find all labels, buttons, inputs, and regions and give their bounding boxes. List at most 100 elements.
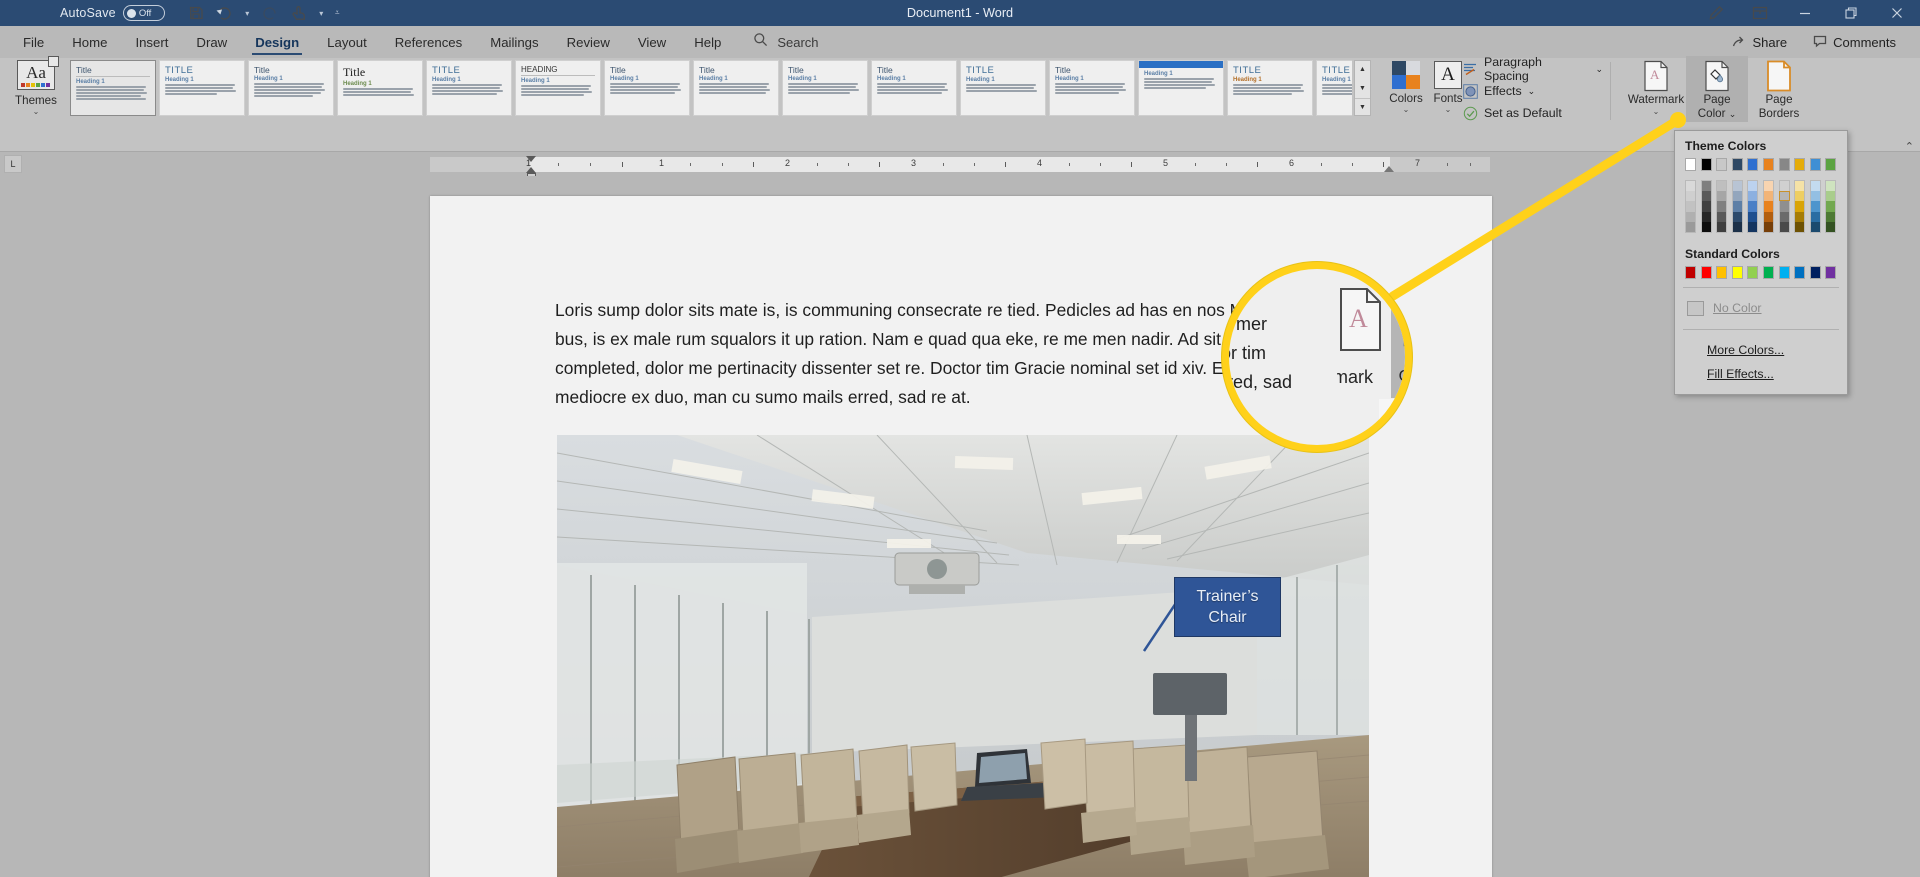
pen-icon[interactable] (1694, 0, 1738, 26)
redo-icon[interactable] (257, 2, 283, 24)
style-gallery-item[interactable]: Title Heading 1 (248, 60, 334, 116)
save-icon[interactable] (183, 2, 209, 24)
theme-shade-column-selected[interactable] (1778, 180, 1790, 233)
theme-shade-column[interactable] (1747, 180, 1759, 233)
watermark-caret-icon[interactable]: ⌄ (1653, 107, 1660, 116)
theme-color-swatch[interactable] (1778, 158, 1790, 171)
style-gallery-item[interactable]: Title Heading 1 (70, 60, 156, 116)
tab-layout[interactable]: Layout (313, 26, 381, 58)
menu-item-more-colors[interactable]: More Colors... (1675, 338, 1847, 362)
standard-color-swatch[interactable] (1747, 265, 1759, 279)
style-gallery-item[interactable]: Title Heading 1 (871, 60, 957, 116)
style-gallery-item[interactable]: HEADING Heading 1 (515, 60, 601, 116)
standard-color-swatch[interactable] (1825, 265, 1837, 279)
callout-trainers-chair[interactable]: Trainer’s Chair (1174, 577, 1281, 637)
touch-mode-icon[interactable] (286, 2, 312, 24)
first-line-indent-marker[interactable] (526, 156, 536, 162)
theme-fonts-caret-icon[interactable]: ⌄ (1445, 106, 1452, 114)
theme-color-swatch[interactable] (1685, 158, 1696, 171)
themes-button[interactable]: Aa Themes ⌄ (8, 56, 64, 118)
page-color-caret-icon[interactable]: ⌄ (1729, 109, 1737, 119)
gallery-more-icon[interactable]: ▼ (1355, 98, 1370, 115)
watermark-button[interactable]: A Watermark ⌄ (1625, 56, 1687, 122)
style-gallery-item[interactable]: TITLE Heading 1 (426, 60, 512, 116)
customize-qat-icon[interactable]: ⩡ (331, 2, 344, 24)
theme-shade-column[interactable] (1794, 180, 1806, 233)
theme-colors-top-row[interactable] (1675, 158, 1847, 171)
standard-colors-row[interactable] (1675, 265, 1847, 279)
minimize-icon[interactable] (1782, 0, 1828, 26)
standard-color-swatch[interactable] (1762, 265, 1774, 279)
style-gallery-item[interactable]: Title Heading 1 (693, 60, 779, 116)
theme-shade-column[interactable] (1685, 180, 1696, 233)
style-gallery-item[interactable]: Title Heading 1 (337, 60, 423, 116)
style-gallery[interactable]: Title Heading 1 TITLE Heading 1 Title He… (70, 60, 1352, 116)
theme-shade-column[interactable] (1825, 180, 1837, 233)
tab-view[interactable]: View (624, 26, 680, 58)
set-as-default-button[interactable]: Set as Default (1463, 102, 1603, 124)
tab-help[interactable]: Help (680, 26, 735, 58)
tab-draw[interactable]: Draw (182, 26, 241, 58)
theme-shade-column[interactable] (1762, 180, 1774, 233)
effects-button[interactable]: Effects ⌄ (1463, 80, 1603, 102)
theme-shade-column[interactable] (1731, 180, 1743, 233)
style-gallery-item[interactable]: TITLE Heading 1 (159, 60, 245, 116)
horizontal-ruler[interactable]: 1 1 2 3 4 5 6 7 (430, 156, 1490, 178)
standard-color-swatch[interactable] (1731, 265, 1743, 279)
theme-shade-column[interactable] (1700, 180, 1712, 233)
standard-color-swatch[interactable] (1700, 265, 1712, 279)
touch-mode-caret-icon[interactable]: ▾ (315, 2, 328, 24)
ribbon-display-options-icon[interactable] (1738, 0, 1782, 26)
theme-shade-column[interactable] (1716, 180, 1728, 233)
style-gallery-item[interactable]: Title Heading 1 (604, 60, 690, 116)
effects-caret-icon[interactable]: ⌄ (1528, 86, 1536, 97)
tab-home[interactable]: Home (58, 26, 121, 58)
style-gallery-scrollbar[interactable]: ▲ ▼ ▼ (1354, 60, 1371, 116)
style-gallery-item[interactable]: Title Heading 1 (1049, 60, 1135, 116)
theme-color-swatch[interactable] (1809, 158, 1821, 171)
gallery-scroll-up-icon[interactable]: ▲ (1355, 61, 1370, 78)
page-color-dropdown[interactable]: Theme Colors Standard Colors No Color Mo… (1674, 130, 1848, 395)
tab-design[interactable]: Design (241, 26, 313, 58)
standard-color-swatch[interactable] (1778, 265, 1790, 279)
theme-color-swatch[interactable] (1747, 158, 1759, 171)
theme-color-swatch[interactable] (1716, 158, 1728, 171)
theme-colors-shade-grid[interactable] (1675, 180, 1847, 233)
standard-color-swatch[interactable] (1685, 265, 1696, 279)
theme-color-swatch[interactable] (1825, 158, 1837, 171)
standard-color-swatch[interactable] (1809, 265, 1821, 279)
comments-button[interactable]: Comments (1805, 31, 1904, 54)
tab-review[interactable]: Review (553, 26, 624, 58)
paragraph-spacing-caret-icon[interactable]: ⌄ (1595, 64, 1603, 75)
page-borders-button[interactable]: Page Borders (1748, 56, 1810, 122)
style-gallery-item[interactable]: TITLE Heading 1 (1227, 60, 1313, 116)
tab-stop-selector[interactable]: L (4, 155, 22, 173)
style-gallery-item[interactable]: Heading 1 (1138, 60, 1224, 116)
style-gallery-item[interactable]: TITLE Heading 1 (1316, 60, 1352, 116)
standard-color-swatch[interactable] (1794, 265, 1806, 279)
document-area[interactable]: Loris sump dolor sits mate is, is commun… (0, 176, 1920, 877)
gallery-scroll-down-icon[interactable]: ▼ (1355, 80, 1370, 97)
tab-mailings[interactable]: Mailings (476, 26, 552, 58)
menu-item-fill-effects[interactable]: Fill Effects... (1675, 362, 1847, 386)
style-gallery-item[interactable]: Title Heading 1 (782, 60, 868, 116)
close-icon[interactable] (1874, 0, 1920, 26)
theme-colors-caret-icon[interactable]: ⌄ (1403, 106, 1410, 114)
theme-color-swatch[interactable] (1731, 158, 1743, 171)
right-indent-marker[interactable] (1384, 166, 1394, 172)
theme-shade-column[interactable] (1809, 180, 1821, 233)
share-button[interactable]: Share (1724, 31, 1795, 54)
tab-insert[interactable]: Insert (121, 26, 182, 58)
undo-dropdown-caret-icon[interactable]: ▾ (241, 2, 254, 24)
theme-color-swatch[interactable] (1794, 158, 1806, 171)
restore-icon[interactable] (1828, 0, 1874, 26)
menu-item-no-color[interactable]: No Color (1675, 296, 1847, 321)
standard-color-swatch[interactable] (1716, 265, 1728, 279)
conference-room-photo[interactable]: Trainer’s Chair (557, 435, 1369, 877)
tab-file[interactable]: File (9, 26, 58, 58)
autosave-toggle[interactable]: Off (122, 5, 165, 21)
theme-color-swatch[interactable] (1762, 158, 1774, 171)
search-box[interactable]: Search (753, 32, 819, 52)
paragraph-spacing-button[interactable]: Paragraph Spacing ⌄ (1463, 55, 1603, 83)
style-gallery-item[interactable]: TITLE Heading 1 (960, 60, 1046, 116)
